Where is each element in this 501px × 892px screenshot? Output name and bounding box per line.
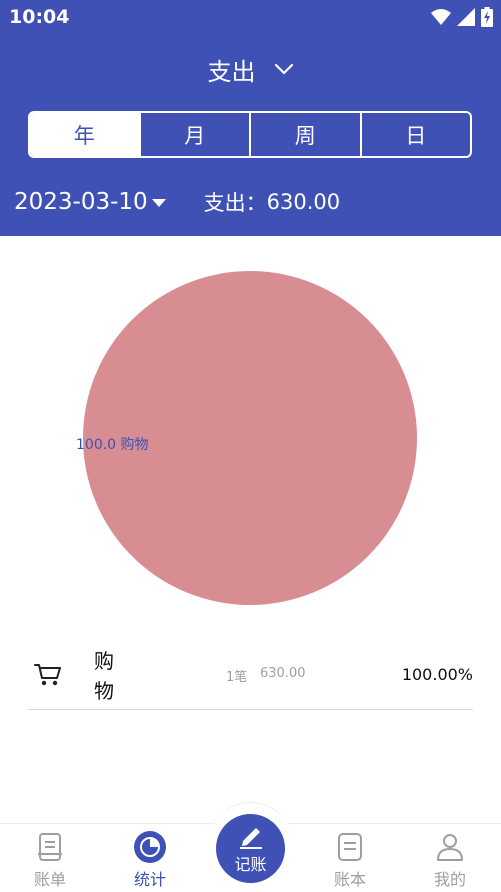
pie-chart: 100.0 购物 xyxy=(0,236,501,636)
person-icon xyxy=(437,834,463,861)
category-percent: 100.00% xyxy=(401,665,473,684)
ledger-icon xyxy=(338,833,362,861)
tab-year[interactable]: 年 xyxy=(30,113,139,156)
record-button[interactable]: 记账 xyxy=(216,814,285,883)
wifi-icon xyxy=(431,9,451,25)
battery-charging-icon xyxy=(481,7,493,27)
date-picker[interactable]: 2023-03-10 xyxy=(14,189,148,215)
category-count: 1笔 xyxy=(226,670,248,685)
nav-item-bills[interactable]: 账单 xyxy=(0,824,100,892)
nav-item-stats[interactable]: 统计 xyxy=(100,824,200,892)
pie-chart-icon xyxy=(134,831,166,863)
pen-icon xyxy=(239,827,262,849)
tab-day[interactable]: 日 xyxy=(359,113,471,156)
nav-label-bills: 账单 xyxy=(33,870,66,889)
nav-label-stats: 统计 xyxy=(133,870,166,889)
tab-month[interactable]: 月 xyxy=(138,113,250,156)
type-selector-label: 支出 xyxy=(207,57,256,86)
category-row[interactable]: 购物 1笔 630.00 100.00% xyxy=(28,640,473,710)
total-value: 630.00 xyxy=(266,190,341,214)
nav-label-ledger: 账本 xyxy=(333,870,366,889)
status-time: 10:04 xyxy=(9,6,70,28)
status-bar: 10:04 xyxy=(0,0,501,34)
shopping-cart-icon xyxy=(34,664,61,686)
bill-icon xyxy=(38,833,62,861)
summary-row: 2023-03-10 支出： 630.00 xyxy=(14,186,340,218)
period-tabs: 年 月 周 日 xyxy=(28,111,472,158)
record-button-label: 记账 xyxy=(234,854,267,874)
status-icons xyxy=(431,6,493,28)
caret-down-icon[interactable] xyxy=(151,198,166,208)
category-name: 购物 xyxy=(94,649,114,703)
category-amount: 630.00 xyxy=(260,666,306,681)
signal-icon xyxy=(457,8,475,26)
total-label: 支出： xyxy=(203,191,267,215)
nav-label-me: 我的 xyxy=(433,870,466,889)
tab-week[interactable]: 周 xyxy=(249,113,360,156)
type-selector[interactable]: 支出 xyxy=(0,52,501,86)
header: 10:04 支出 年 月 周 日 2023-03-10 支出： 630.00 xyxy=(0,0,501,236)
pie-slice-label: 100.0 购物 xyxy=(76,437,149,453)
chevron-down-icon xyxy=(274,63,293,75)
nav-item-me[interactable]: 我的 xyxy=(400,824,500,892)
nav-item-ledger[interactable]: 账本 xyxy=(300,824,400,892)
